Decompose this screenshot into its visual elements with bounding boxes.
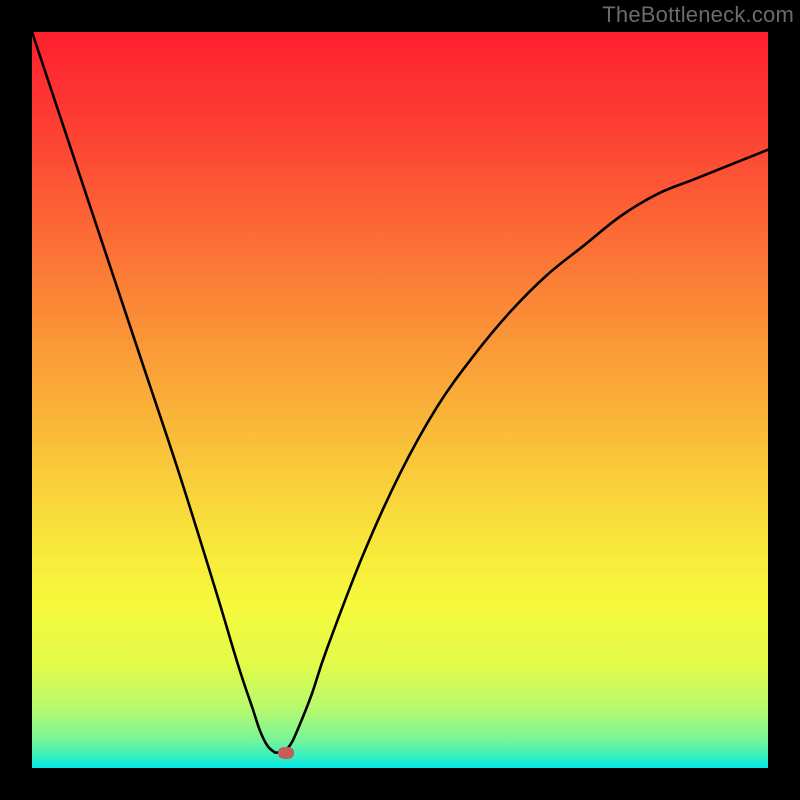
plot-area [32,32,768,768]
optimal-marker [278,747,294,759]
chart-frame: TheBottleneck.com [0,0,800,800]
attribution-watermark: TheBottleneck.com [602,2,794,28]
bottleneck-curve [32,32,768,768]
